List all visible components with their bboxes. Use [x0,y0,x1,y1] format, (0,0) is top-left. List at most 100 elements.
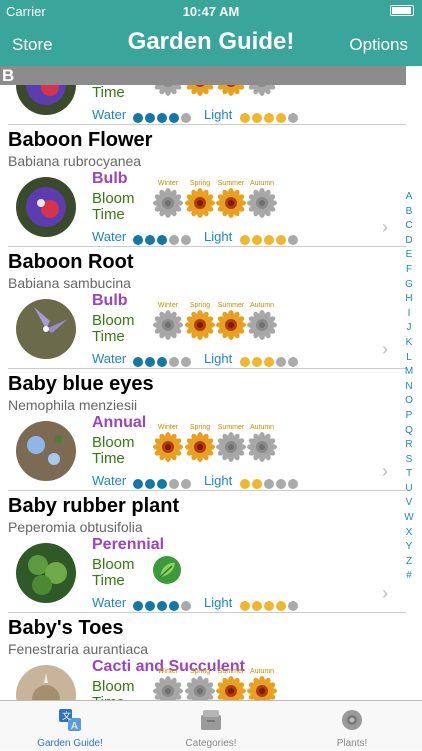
season-bloom-chart: WinterSpringSummerAutumn [152,85,282,103]
tab-plants[interactable]: Plants! [282,701,422,751]
level-dot-empty [288,357,298,367]
chevron-right-icon: › [382,217,388,237]
bloom-flower-icon [185,188,215,218]
index-letter[interactable]: T [402,467,416,482]
level-dot-empty [288,113,298,123]
gear-flower-icon [342,710,362,730]
level-dot-filled [276,113,286,123]
index-letter[interactable]: F [402,263,416,278]
index-letter[interactable]: E [402,248,416,263]
level-dot-filled [264,235,274,245]
plant-type: Bulb [92,292,128,309]
index-letter[interactable]: B [402,205,416,220]
clock: 10:47 AM [182,4,240,19]
level-dot-filled [157,479,167,489]
bloom-label: Bloom [92,434,135,451]
index-letter[interactable]: K [402,336,416,351]
index-letter[interactable]: P [402,409,416,424]
index-letter[interactable]: H [402,292,416,307]
plant-thumbnail [16,85,76,115]
level-dot-filled [169,113,179,123]
level-dot-filled [264,113,274,123]
index-letter[interactable]: I [402,307,416,322]
index-letter[interactable]: R [402,438,416,453]
season-label: Autumn [249,668,275,675]
section-header: B [0,66,406,85]
level-dot-filled [157,357,167,367]
season-bloom-chart: WinterSpringSummerAutumn [152,180,282,225]
index-letter[interactable]: A [402,190,416,205]
level-dot-empty [264,479,274,489]
plant-latin-name: Fenestraria aurantiaca [8,641,149,657]
season-label: Spring [189,180,211,187]
plant-thumbnail [16,543,76,603]
level-dot-filled [157,113,167,123]
level-dot-empty [276,357,286,367]
level-dot-filled [145,479,155,489]
index-letter[interactable]: C [402,219,416,234]
season-label: Autumn [249,424,275,431]
plant-row[interactable]: Baby rubber plant Peperomia obtusifolia Pe… [0,491,406,613]
index-letter[interactable]: M [402,365,416,380]
index-letter[interactable]: V [402,496,416,511]
level-dot-empty [288,479,298,489]
level-dot-filled [240,357,250,367]
index-letter[interactable]: Z [402,555,416,570]
water-level [133,598,193,611]
level-dot-filled [169,601,179,611]
index-letter[interactable]: S [402,453,416,468]
index-letter[interactable]: D [402,234,416,249]
season-bloom-chart: WinterSpringSummerAutumn [152,424,282,469]
plant-row-partial[interactable]: BloomTime WinterSpringSummerAutumn Water Li… [0,85,406,125]
level-dot-filled [252,479,262,489]
options-button[interactable]: Options [349,35,408,55]
tab-garden-guide[interactable]: 文 A Garden Guide! [0,701,140,751]
plant-list[interactable]: BloomTimeWinterSpringSummerAutumnWaterLi… [0,85,406,700]
index-letter[interactable]: X [402,526,416,541]
plant-type: Bulb [92,170,128,187]
bloom-time-label: BloomTime [92,85,135,101]
index-letter[interactable]: J [402,321,416,336]
index-letter[interactable]: L [402,351,416,366]
tab-garden-guide-label: Garden Guide! [37,738,103,749]
plant-name: Baby's Toes [8,617,124,639]
tab-plants-label: Plants! [336,738,368,749]
tab-bar: 文 A Garden Guide! Categories! Plants! [0,700,422,750]
no-bloom-flower-icon [153,85,183,96]
index-letter[interactable]: U [402,482,416,497]
no-bloom-flower-icon [216,432,246,462]
plant-name: Baboon Root [8,251,134,273]
index-letter[interactable]: Q [402,424,416,439]
plant-row[interactable]: Baby blue eyes Nemophila menziesii Annual B… [0,369,406,491]
index-letter[interactable]: G [402,278,416,293]
no-bloom-flower-icon [247,310,277,340]
level-dot-empty [169,357,179,367]
index-letter[interactable]: # [402,569,416,584]
no-bloom-flower-icon [247,188,277,218]
level-dot-filled [252,235,262,245]
season-bloom-chart: WinterSpringSummerAutumn [152,668,282,700]
index-letter[interactable]: W [402,511,416,526]
water-level [133,354,193,367]
bloom-flower-icon [185,85,215,96]
level-dot-filled [133,235,143,245]
plant-row[interactable]: Baby's Toes Fenestraria aurantiaca Cacti a… [0,613,406,700]
index-letter[interactable]: O [402,394,416,409]
alphabet-index[interactable]: A B C D E F G H I J K L M N O P Q R S T U V W X Y Z # [402,190,416,584]
index-letter[interactable]: N [402,380,416,395]
tab-categories[interactable]: Categories! [141,701,281,751]
level-dot-filled [240,601,250,611]
level-dot-filled [276,601,286,611]
water-level [133,476,193,489]
index-letter[interactable]: Y [402,540,416,555]
plant-type: Perennial [92,536,165,553]
status-bar: Carrier 10:47 AM [0,0,422,22]
bloom-time-label: BloomTime [92,191,135,223]
level-dot-filled [145,235,155,245]
plant-row[interactable]: Baboon Root Babiana sambucina Bulb Bloom Tim… [0,247,406,369]
plant-row[interactable]: Baboon Flower Babiana rubrocyanea Bulb Bloo… [0,125,406,247]
time-label: Time [92,206,125,223]
plant-name: Baby blue eyes [8,373,154,395]
plant-name: Baby rubber plant [8,495,180,517]
level-dot-empty [181,113,191,123]
